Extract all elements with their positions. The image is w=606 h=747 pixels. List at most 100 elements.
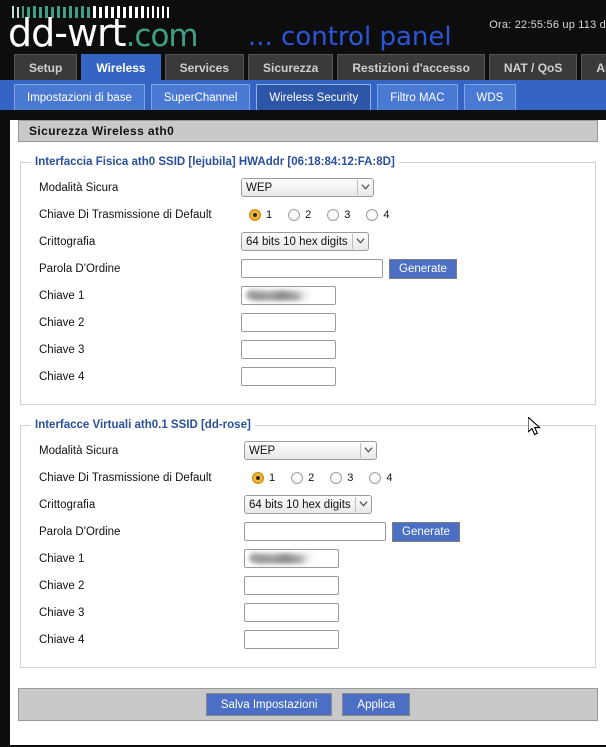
encryption-label: Crittografia (39, 498, 96, 511)
radio-indicator[interactable] (252, 471, 264, 484)
interface-section-0: Interfaccia Fisica ath0 SSID [lejubila] … (20, 156, 596, 405)
form-row: Parola D'Ordine Generate (31, 518, 585, 545)
key-input-3[interactable] (244, 603, 339, 623)
sub-tab-label: Impostazioni di base (27, 91, 132, 104)
form-control (244, 576, 339, 596)
generate-passphrase-button[interactable]: Generate (389, 258, 457, 279)
encryption-select[interactable]: 64 bits 10 hex digits (241, 232, 369, 252)
key-label-2: Chiave 2 (39, 579, 85, 592)
radio-indicator[interactable] (369, 471, 382, 484)
radio-label: 2 (305, 208, 312, 221)
key-input-4[interactable] (244, 630, 339, 650)
dd-wrt-logo: dd-wrt.com (8, 11, 199, 52)
main-tab-label: Amministrazione (596, 60, 606, 75)
key-input-1[interactable] (244, 549, 339, 569)
sub-tab-label: SuperChannel (163, 91, 238, 104)
default-tx-key-radio-4[interactable]: 4 (369, 471, 393, 484)
form-row: Chiave 1 (31, 545, 585, 572)
main-tab-restizioni-d-accesso[interactable]: Restizioni d'accesso (337, 54, 485, 80)
interface-section-1: Interfacce Virtuali ath0.1 SSID [dd-rose… (20, 419, 596, 668)
default-tx-key-radio-4[interactable]: 4 (366, 208, 390, 221)
form-control: 1 2 3 4 (241, 208, 406, 221)
radio-label: 3 (344, 208, 351, 221)
key-field-wrapper-3 (241, 340, 336, 360)
section-legend: Interfacce Virtuali ath0.1 SSID [dd-rose… (35, 419, 251, 431)
sub-tab-impostazioni-di-base[interactable]: Impostazioni di base (14, 84, 145, 110)
radio-indicator[interactable] (330, 471, 343, 484)
sub-tab-filtro-mac[interactable]: Filtro MAC (377, 84, 458, 110)
sub-tab-wireless-security[interactable]: Wireless Security (256, 84, 372, 110)
default-tx-key-radio-1[interactable]: 1 (249, 208, 273, 221)
form-control: 64 bits 10 hex digits (244, 495, 372, 515)
key-input-2[interactable] (244, 576, 339, 596)
key-input-1[interactable] (241, 286, 336, 306)
security-mode-select-wrapper: WEP (244, 441, 377, 461)
form-control: WEP (241, 178, 374, 198)
default-tx-key-radio-3[interactable]: 3 (330, 471, 354, 484)
passphrase-label: Parola D'Ordine (39, 262, 121, 275)
passphrase-input[interactable] (244, 522, 386, 541)
form-row: Chiave 3 (31, 599, 585, 626)
security-mode-select[interactable]: WEP (244, 441, 377, 461)
security-mode-label: Modalità Sicura (39, 444, 119, 457)
main-tab-sicurezza[interactable]: Sicurezza (248, 54, 334, 80)
radio-indicator[interactable] (288, 208, 301, 221)
key-label-1: Chiave 1 (39, 289, 85, 302)
uptime-status: Ora: 22:55:56 up 113 d (489, 19, 606, 31)
default-tx-key-radio-2[interactable]: 2 (288, 208, 312, 221)
default-tx-key-radio-3[interactable]: 3 (327, 208, 351, 221)
dropdown-separator (357, 179, 358, 196)
save-settings-button[interactable]: Salva Impostazioni (205, 693, 333, 716)
sub-tab-label: WDS (476, 91, 504, 104)
form-row: Chiave 4 (31, 363, 585, 390)
default-tx-key-radio-1[interactable]: 1 (252, 471, 275, 484)
form-control: 64 bits 10 hex digits (241, 232, 369, 252)
sub-tab-wds[interactable]: WDS (463, 84, 517, 110)
radio-label: 1 (266, 208, 273, 221)
main-tab-label: Restizioni d'accesso (352, 60, 470, 75)
generate-passphrase-button[interactable]: Generate (392, 521, 460, 542)
radio-label: 3 (347, 471, 354, 484)
main-tab-label: Services (179, 60, 229, 75)
key-input-3[interactable] (241, 340, 336, 360)
apply-button[interactable]: Applica (342, 693, 411, 716)
radio-indicator[interactable] (366, 208, 379, 221)
radio-indicator[interactable] (327, 208, 340, 221)
key-label-4: Chiave 4 (39, 633, 85, 646)
form-control: 1 2 3 4 (241, 471, 409, 484)
radio-label: 2 (308, 471, 315, 484)
security-mode-select[interactable]: WEP (241, 178, 374, 198)
form-row: Crittografia 64 bits 10 hex digits (31, 491, 585, 518)
passphrase-input[interactable] (241, 259, 383, 278)
default-tx-key-radio-group: 1 2 3 4 (252, 471, 409, 484)
sub-tab-bar: Impostazioni di base SuperChannel Wireless… (0, 80, 606, 110)
form-row: Modalità Sicura WEP (31, 437, 585, 464)
logo-suffix-text: .com (125, 18, 199, 52)
main-tab-label: Sicurezza (263, 60, 319, 75)
key-input-4[interactable] (241, 367, 336, 387)
main-tab-services[interactable]: Services (164, 54, 244, 80)
logo-main-text: dd-wrt (8, 11, 127, 52)
key-field-wrapper-1 (241, 286, 336, 306)
default-tx-key-radio-2[interactable]: 2 (291, 471, 315, 484)
encryption-select-wrapper: 64 bits 10 hex digits (244, 495, 372, 515)
radio-indicator[interactable] (249, 208, 261, 221)
dropdown-separator (352, 233, 353, 250)
form-row: Chiave Di Trasmissione di Default 1 2 3 4 (31, 201, 585, 228)
main-tab-setup[interactable]: Setup (14, 54, 78, 80)
main-tab-amministrazione[interactable]: Amministrazione (581, 54, 606, 80)
dropdown-separator (355, 496, 356, 513)
form-control (241, 286, 336, 306)
sub-tab-superchannel[interactable]: SuperChannel (150, 84, 251, 110)
form-control: WEP (244, 441, 377, 461)
encryption-select[interactable]: 64 bits 10 hex digits (244, 495, 372, 515)
key-input-2[interactable] (241, 313, 336, 333)
form-control (244, 549, 339, 569)
page-title: Sicurezza Wireless ath0 (18, 120, 598, 142)
main-tab-wireless[interactable]: Wireless (81, 54, 161, 80)
main-tab-nat-qos[interactable]: NAT / QoS (488, 54, 578, 80)
site-header: dd-wrt.com ... control panel Ora: 22:55:… (0, 0, 606, 52)
radio-indicator[interactable] (291, 471, 304, 484)
key-field-wrapper-4 (244, 630, 339, 650)
form-action-bar: Salva Impostazioni Applica (18, 688, 598, 721)
